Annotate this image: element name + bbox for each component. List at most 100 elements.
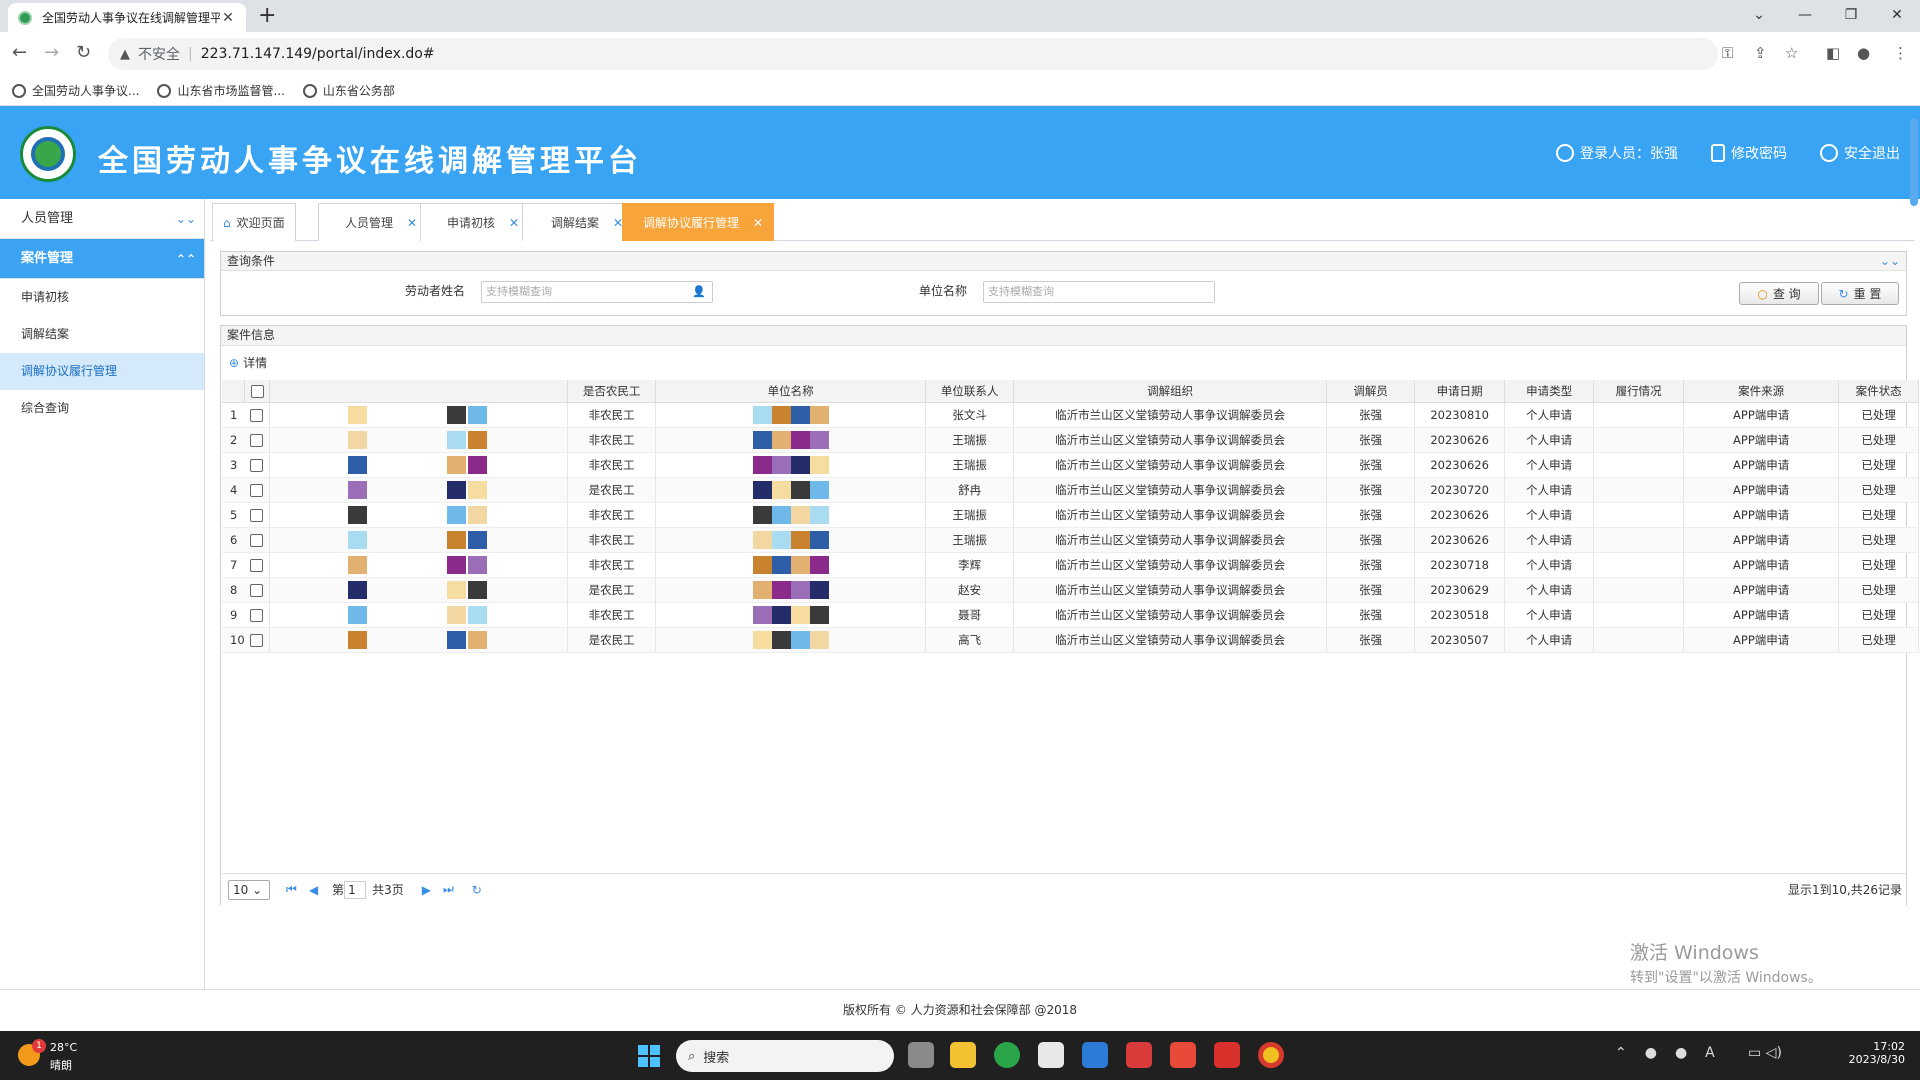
bookmark-item[interactable]: 全国劳动人事争议... xyxy=(12,82,139,99)
cell-date: 20230629 xyxy=(1414,577,1506,603)
sidebar-item-comprehensive-query[interactable]: 综合查询 xyxy=(0,390,204,427)
tab-mediation-close[interactable]: 调解结案 ✕ xyxy=(522,203,635,241)
tab-welcome[interactable]: ⌂ 欢迎页面 xyxy=(212,203,296,241)
app-green-icon[interactable] xyxy=(994,1042,1020,1068)
close-tab-icon[interactable]: ✕ xyxy=(407,216,417,230)
table-row[interactable]: 7 非农民工 李辉 临沂市兰山区义堂镇劳动人事争议调解委员会 张强 20230718 个人申… xyxy=(222,552,1920,578)
redaction-block xyxy=(771,505,791,524)
sidebar-group-cases[interactable]: 案件管理 ⌃⌃ xyxy=(0,239,204,279)
sidebar-item-agreement-performance[interactable]: 调解协议履行管理 xyxy=(0,353,204,390)
back-icon[interactable]: ← xyxy=(12,42,27,63)
redaction-block xyxy=(809,555,829,574)
redaction-block xyxy=(771,555,791,574)
close-window-icon[interactable]: ✕ xyxy=(1874,0,1920,32)
star-icon[interactable]: ☆ xyxy=(1785,44,1798,62)
first-page-icon[interactable]: ⏮ xyxy=(286,882,297,897)
table-row[interactable]: 2 非农民工 王瑞振 临沂市兰山区义堂镇劳动人事争议调解委员会 张强 20230626 个人… xyxy=(222,427,1920,453)
taskview-icon[interactable] xyxy=(908,1042,934,1068)
cell-migrant: 非农民工 xyxy=(567,602,657,628)
page-number-input[interactable]: 1 xyxy=(344,880,367,899)
row-checkbox[interactable] xyxy=(250,458,264,472)
page-size-select[interactable]: 10 ⌄ xyxy=(228,879,270,900)
forward-icon[interactable]: → xyxy=(44,42,59,63)
page-scrollbar[interactable] xyxy=(1910,118,1918,206)
url-input[interactable]: ▲ 不安全 | 223.71.147.149/portal/index.do# xyxy=(108,38,1718,70)
next-page-icon[interactable]: ▶ xyxy=(422,883,431,897)
tab-initial-review[interactable]: 申请初核 ✕ xyxy=(420,203,531,241)
logout-link[interactable]: 安全退出 xyxy=(1820,143,1900,163)
redaction-block xyxy=(809,455,829,474)
detail-button[interactable]: ⊕ 详情 xyxy=(229,354,267,371)
redaction-block xyxy=(790,605,810,624)
row-checkbox[interactable] xyxy=(250,533,264,547)
row-checkbox[interactable] xyxy=(250,583,264,597)
system-tray[interactable]: ⌃●●A xyxy=(1615,1045,1733,1061)
file-explorer-icon[interactable] xyxy=(950,1042,976,1068)
table-row[interactable]: 1 非农民工 张文斗 临沂市兰山区义堂镇劳动人事争议调解委员会 张强 20230810 个人… xyxy=(222,402,1920,428)
tab-search-icon[interactable]: ⌄ xyxy=(1736,0,1782,32)
start-icon[interactable] xyxy=(638,1045,660,1067)
select-all-checkbox[interactable] xyxy=(250,384,264,398)
chevron-down-icon[interactable]: ⌄⌄ xyxy=(1880,252,1900,271)
tab-agreement-performance[interactable]: 调解协议履行管理 ✕ xyxy=(622,203,775,241)
close-tab-icon[interactable]: ✕ xyxy=(753,216,763,230)
menu-icon[interactable]: ⋮ xyxy=(1893,44,1908,62)
prev-page-icon[interactable]: ◀ xyxy=(309,883,318,897)
clock[interactable]: 17:02 2023/8/30 xyxy=(1845,1040,1905,1066)
row-checkbox[interactable] xyxy=(250,408,264,422)
row-number: 4 xyxy=(222,477,245,503)
table-row[interactable]: 10 是农民工 高飞 临沂市兰山区义堂镇劳动人事争议调解委员会 张强 20230507 个人… xyxy=(222,627,1920,653)
row-checkbox[interactable] xyxy=(250,608,264,622)
app-red2-icon[interactable] xyxy=(1170,1042,1196,1068)
sidebar: 人员管理 ⌄⌄ 案件管理 ⌃⌃ 申请初核 调解结案 调解协议履行管理 综合查询 xyxy=(0,199,205,989)
chrome-icon[interactable] xyxy=(1258,1042,1284,1068)
taskbar-search[interactable]: ⌕ 搜索 xyxy=(676,1040,894,1072)
table-row[interactable]: 6 非农民工 王瑞振 临沂市兰山区义堂镇劳动人事争议调解委员会 张强 20230626 个人… xyxy=(222,527,1920,553)
minimize-icon[interactable]: — xyxy=(1782,0,1828,32)
last-page-icon[interactable]: ⏭ xyxy=(443,882,454,897)
app-blue-icon[interactable] xyxy=(1082,1042,1108,1068)
bookmark-item[interactable]: 山东省公务部 xyxy=(302,82,395,99)
share-icon[interactable]: ⇪ xyxy=(1754,44,1767,62)
redaction-block xyxy=(348,630,368,649)
cell-status: 已处理 xyxy=(1838,452,1920,478)
sidebar-group-personnel[interactable]: 人员管理 ⌄⌄ xyxy=(0,199,204,239)
redaction-block xyxy=(468,405,488,424)
row-checkbox[interactable] xyxy=(250,483,264,497)
row-checkbox[interactable] xyxy=(250,508,264,522)
sidepanel-icon[interactable]: ◧ xyxy=(1826,44,1840,62)
tab-personnel[interactable]: 人员管理 ✕ xyxy=(318,203,429,241)
refresh-icon[interactable]: ↻ xyxy=(472,883,482,897)
bookmark-item[interactable]: 山东省市场监督管... xyxy=(157,82,285,99)
cell-contact: 王瑞振 xyxy=(925,527,1015,553)
key-icon[interactable]: ⚿ xyxy=(1722,44,1733,62)
row-checkbox[interactable] xyxy=(250,558,264,572)
search-button[interactable]: ○ 查 询 xyxy=(1739,282,1819,305)
profile-icon[interactable]: ● xyxy=(1857,44,1870,62)
table-row[interactable]: 3 非农民工 王瑞振 临沂市兰山区义堂镇劳动人事争议调解委员会 张强 20230626 个人… xyxy=(222,452,1920,478)
restore-icon[interactable]: ❐ xyxy=(1828,0,1874,32)
table-row[interactable]: 8 是农民工 赵安 临沂市兰山区义堂镇劳动人事争议调解委员会 张强 20230629 个人申… xyxy=(222,577,1920,603)
app-red-icon[interactable] xyxy=(1126,1042,1152,1068)
row-checkbox[interactable] xyxy=(250,633,264,647)
table-row[interactable]: 5 非农民工 王瑞振 临沂市兰山区义堂镇劳动人事争议调解委员会 张强 20230626 个人… xyxy=(222,502,1920,528)
sidebar-item-initial-review[interactable]: 申请初核 xyxy=(0,279,204,316)
table-row[interactable]: 4 是农民工 舒冉 临沂市兰山区义堂镇劳动人事争议调解委员会 张强 20230720 个人申… xyxy=(222,477,1920,503)
reload-icon[interactable]: ↻ xyxy=(76,42,91,63)
reset-button[interactable]: ↻ 重 置 xyxy=(1821,282,1899,305)
table-row[interactable]: 9 非农民工 聂哥 临沂市兰山区义堂镇劳动人事争议调解委员会 张强 20230518 个人申… xyxy=(222,602,1920,628)
row-checkbox[interactable] xyxy=(250,433,264,447)
browser-tab[interactable]: 全国劳动人事争议在线调解管理平台 ✕ xyxy=(8,3,246,32)
close-tab-icon[interactable]: ✕ xyxy=(509,216,519,230)
close-tab-icon[interactable]: ✕ xyxy=(220,10,236,26)
calendar-icon[interactable] xyxy=(1038,1042,1064,1068)
change-password-link[interactable]: 修改密码 xyxy=(1711,143,1787,163)
network-volume-icon[interactable]: ▭ ◁) xyxy=(1748,1045,1782,1061)
new-tab-icon[interactable]: + xyxy=(258,3,276,28)
unit-name-redacted xyxy=(655,527,927,553)
sidebar-item-mediation-close[interactable]: 调解结案 xyxy=(0,316,204,353)
wps-icon[interactable] xyxy=(1214,1042,1240,1068)
cell-source: APP端申请 xyxy=(1683,527,1840,553)
unit-name-input[interactable]: 支持模糊查询 xyxy=(983,281,1215,303)
worker-name-input[interactable]: 支持模糊查询 👤 xyxy=(481,281,713,303)
